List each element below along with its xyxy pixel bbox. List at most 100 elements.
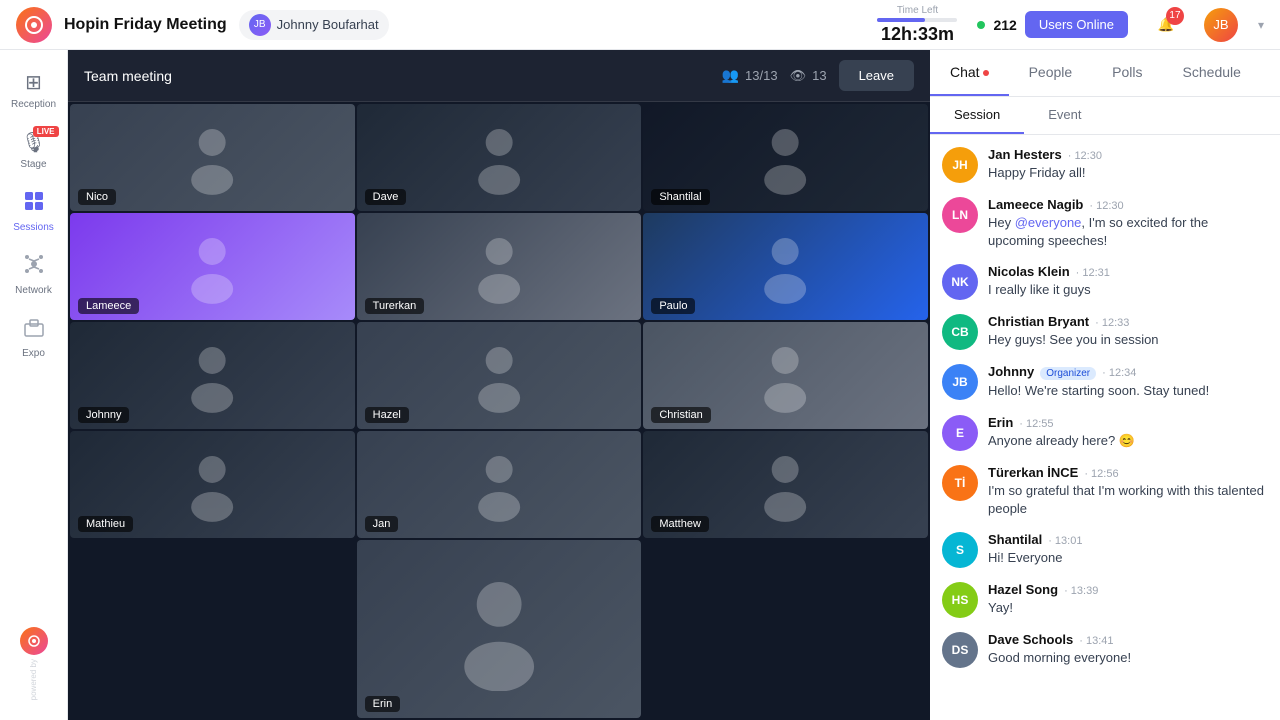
video-cell: Johnny [70, 322, 355, 429]
tab-chat[interactable]: Chat [930, 50, 1009, 96]
tab-schedule[interactable]: Schedule [1163, 50, 1261, 96]
message-sender-name: Jan Hesters [988, 147, 1062, 162]
sub-tabs: SessionEvent [930, 97, 1280, 135]
message-time: · 12:31 [1076, 267, 1110, 279]
chat-message: DS Dave Schools· 13:41Good morning everyo… [942, 632, 1268, 668]
video-cell: Hazel [357, 322, 642, 429]
message-header: Christian Bryant · 12:33 [988, 314, 1268, 329]
video-header: Team meeting 👥 13/13 👁 13 Leave [68, 50, 930, 102]
participant-name-tag: Jan [365, 516, 399, 532]
video-cell: Christian [643, 322, 928, 429]
chevron-down-icon[interactable]: ▾ [1258, 18, 1264, 32]
message-avatar: E [942, 415, 978, 451]
participant-name-tag: Erin [365, 696, 401, 712]
topbar: Hopin Friday Meeting JB Johnny Boufarhat… [0, 0, 1280, 50]
sidebar-item-reception[interactable]: ⊞ Reception [5, 62, 63, 118]
video-grid: Nico Dave Shantilal Lameece Turerkan Pau… [68, 102, 930, 720]
message-body: Nicolas Klein· 12:31I really like it guy… [988, 264, 1268, 300]
message-sender-name: Shantilal [988, 532, 1042, 547]
message-body: Erin· 12:55Anyone already here? 😊 [988, 415, 1268, 451]
message-header: Erin· 12:55 [988, 415, 1268, 430]
online-count: 212 [993, 17, 1016, 33]
message-header: Nicolas Klein · 12:31 [988, 264, 1268, 279]
participant-name-tag: Christian [651, 407, 710, 423]
message-avatar: JH [942, 147, 978, 183]
chat-message: CB Christian Bryant · 12:33 Hey guys! See y… [942, 314, 1268, 350]
message-header: Dave Schools· 13:41 [988, 632, 1268, 647]
live-badge: LIVE [33, 126, 59, 137]
message-text: I'm so grateful that I'm working with th… [988, 482, 1268, 518]
message-body: Christian Bryant · 12:33 Hey guys! See you… [988, 314, 1268, 350]
chat-message: Tİ Türerkan İNCE· 12:56 I'm so grateful th… [942, 465, 1268, 518]
viewers-info: 👁 13 [790, 68, 827, 84]
participants-info: 👥 13/13 [722, 67, 778, 84]
participant-name-tag: Mathieu [78, 516, 133, 532]
message-avatar: CB [942, 314, 978, 350]
sidebar-label-reception: Reception [11, 99, 56, 110]
message-avatar: DS [942, 632, 978, 668]
leave-button[interactable]: Leave [839, 60, 914, 91]
sidebar-label-expo: Expo [22, 348, 45, 359]
message-sender-name: Lameece Nagib [988, 197, 1083, 212]
sub-tab-event[interactable]: Event [1024, 97, 1105, 134]
chat-messages[interactable]: JHJan Hesters· 12:30Happy Friday all!LNL… [930, 135, 1280, 720]
video-cell: Mathieu [70, 431, 355, 538]
online-dot [977, 21, 985, 29]
video-cell: Shantilal [643, 104, 928, 211]
message-header: Türerkan İNCE· 12:56 [988, 465, 1268, 480]
time-bar-fill [877, 18, 925, 22]
powered-by-section: powered by [20, 627, 48, 708]
sidebar-label-network: Network [15, 285, 52, 296]
message-body: Shantilal· 13:01Hi! Everyone [988, 532, 1268, 568]
message-text: Hey guys! See you in session [988, 331, 1268, 349]
participant-name-tag: Lameece [78, 298, 139, 314]
video-feed [357, 431, 642, 538]
reception-icon: ⊞ [25, 70, 42, 95]
powered-by-label: powered by [29, 659, 38, 700]
message-avatar: JB [942, 364, 978, 400]
video-cell: Dave [357, 104, 642, 211]
message-avatar: LN [942, 197, 978, 233]
meeting-room-name: Team meeting [84, 68, 172, 84]
user-avatar: JB [1204, 8, 1238, 42]
message-body: Jan Hesters· 12:30Happy Friday all! [988, 147, 1268, 183]
sidebar-item-expo[interactable]: Expo [5, 308, 63, 367]
chat-message: NKNicolas Klein· 12:31I really like it g… [942, 264, 1268, 300]
message-body: Lameece Nagib· 12:30Hey @everyone, I'm s… [988, 197, 1268, 250]
message-body: Dave Schools· 13:41Good morning everyone… [988, 632, 1268, 668]
message-time: · 13:41 [1079, 635, 1113, 647]
time-info: Time Left 12h:33m [877, 5, 957, 45]
message-sender-name: Christian Bryant [988, 314, 1089, 329]
chat-message: E Erin· 12:55Anyone already here? 😊 [942, 415, 1268, 451]
tab-polls[interactable]: Polls [1092, 50, 1162, 96]
users-online-button[interactable]: Users Online [1025, 11, 1128, 38]
organizer-badge: Organizer [1040, 367, 1096, 380]
video-cell: Paulo [643, 213, 928, 320]
chat-message: SShantilal· 13:01Hi! Everyone [942, 532, 1268, 568]
video-area: Team meeting 👥 13/13 👁 13 Leave Nico Dav… [68, 50, 930, 720]
message-time: · 12:56 [1084, 468, 1118, 480]
sidebar-item-sessions[interactable]: Sessions [5, 182, 63, 241]
tab-people[interactable]: People [1009, 50, 1093, 96]
participant-name-tag: Turerkan [365, 298, 425, 314]
host-badge: JB Johnny Boufarhat [239, 10, 389, 40]
sidebar-label-stage: Stage [20, 159, 46, 170]
sub-tab-session[interactable]: Session [930, 97, 1024, 134]
notifications-button[interactable]: 🔔 17 [1148, 7, 1184, 43]
sidebar-item-network[interactable]: Network [5, 245, 63, 304]
video-cell: Nico [70, 104, 355, 211]
message-avatar: Tİ [942, 465, 978, 501]
video-cell: Erin [357, 540, 642, 718]
message-text: Hey @everyone, I'm so excited for the up… [988, 214, 1268, 250]
message-text: Yay! [988, 599, 1268, 617]
video-cell: Lameece [70, 213, 355, 320]
message-time: · 12:30 [1068, 150, 1102, 162]
participant-name-tag: Johnny [78, 407, 129, 423]
message-sender-name: Nicolas Klein [988, 264, 1070, 279]
sidebar-item-stage[interactable]: LIVE 🎙 Stage [5, 122, 63, 178]
video-cell: Turerkan [357, 213, 642, 320]
message-time: · 12:33 [1095, 317, 1129, 329]
participants-count: 13/13 [745, 68, 778, 83]
time-bar [877, 18, 957, 22]
host-name: Johnny Boufarhat [277, 17, 379, 32]
